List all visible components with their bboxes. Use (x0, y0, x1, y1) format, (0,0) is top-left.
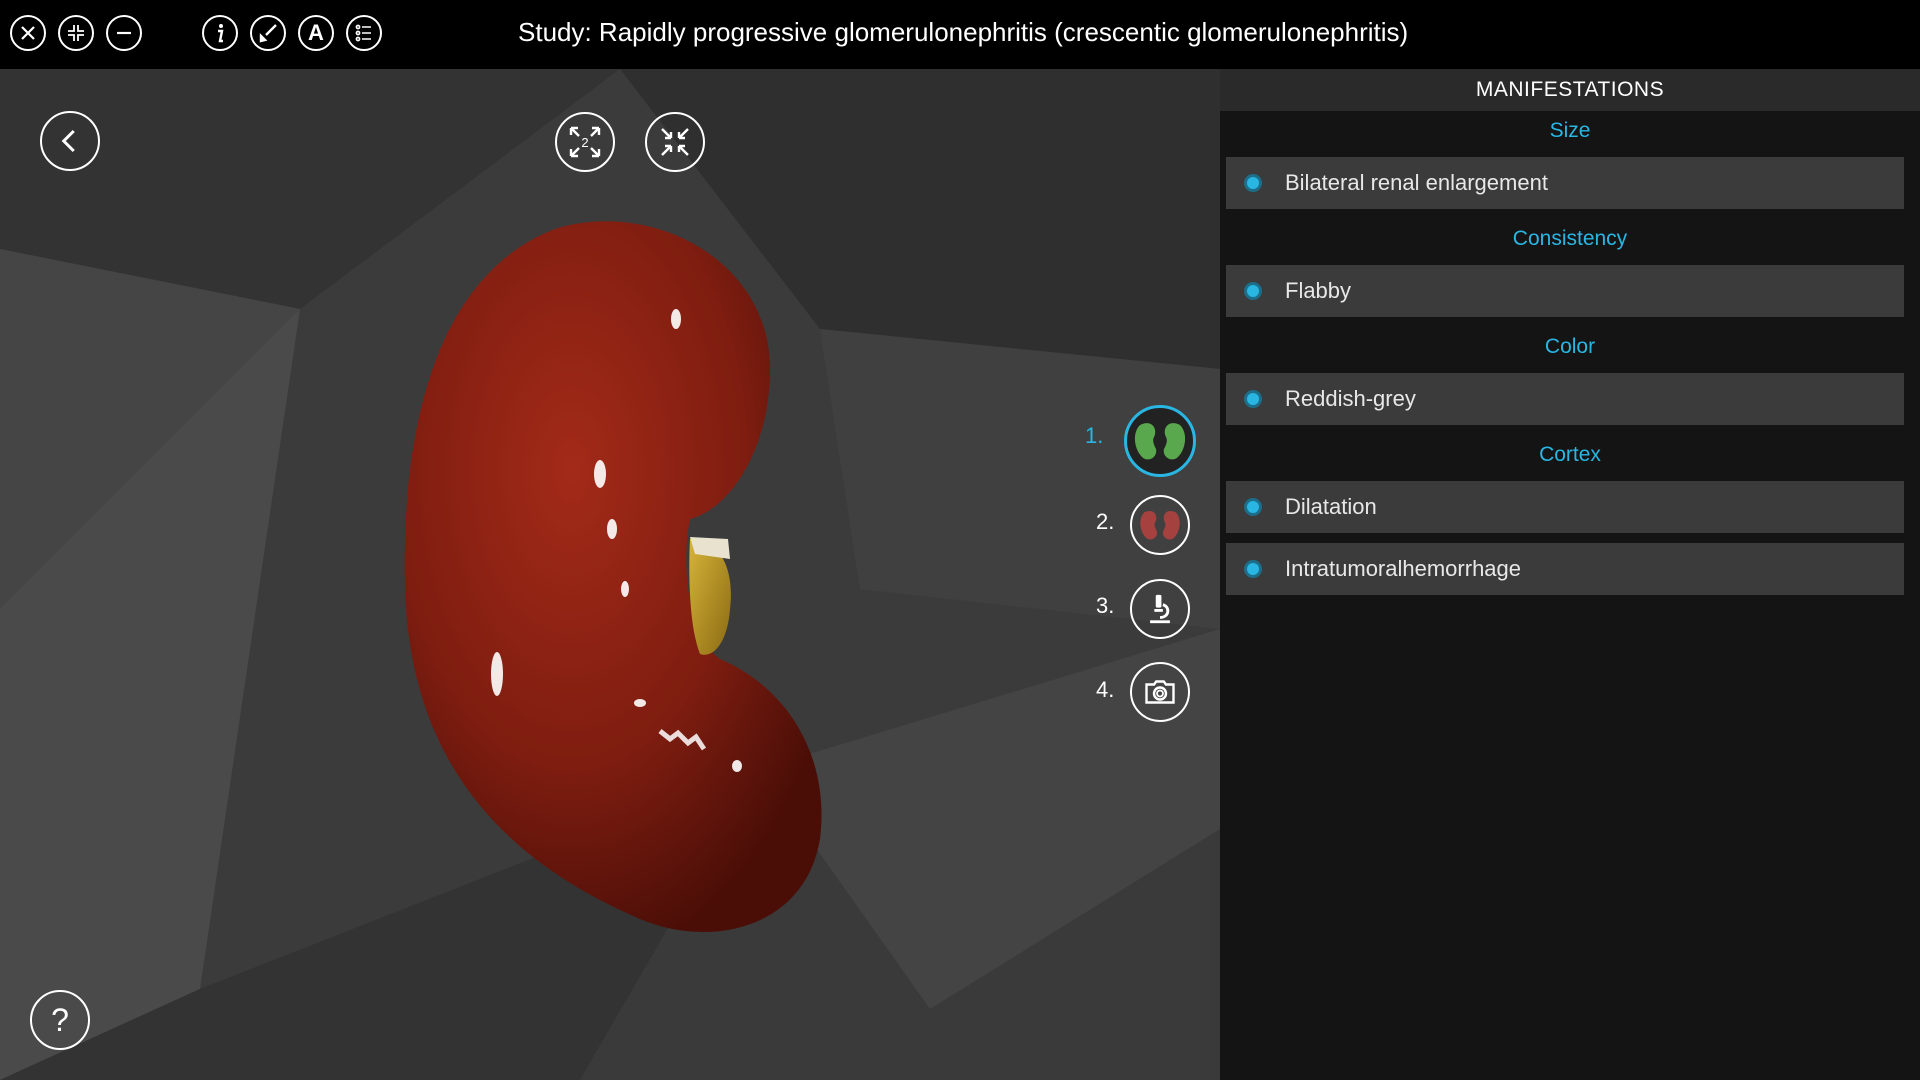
bullet-icon (1247, 177, 1259, 189)
step-3-button[interactable] (1130, 579, 1190, 639)
annotation-icon: A (308, 20, 324, 45)
camera-icon (1145, 680, 1175, 704)
section-title-cortex: Cortex (1539, 443, 1601, 466)
window-title: Study: Rapidly progressive glomeruloneph… (518, 17, 1409, 47)
manifestation-item[interactable]: Bilateral renal enlargement (1226, 157, 1904, 209)
help-icon: ? (51, 1001, 69, 1038)
annotation-button[interactable]: A (298, 15, 334, 51)
info-icon (218, 24, 224, 43)
manifestation-label: Flabby (1285, 278, 1352, 303)
back-button[interactable] (40, 111, 100, 171)
bullet-icon (1247, 285, 1259, 297)
close-button[interactable] (10, 15, 46, 51)
list-button[interactable] (346, 15, 382, 51)
expand-icon: 2 (569, 126, 601, 158)
manifestation-label: Reddish-grey (1285, 386, 1416, 411)
shrink-icon (68, 25, 84, 41)
close-icon (21, 26, 35, 40)
top-bar: A Study: Rapidly progressive glomerulone… (0, 0, 1920, 69)
step-1-label: 1. (1085, 423, 1104, 448)
section-title-consistency: Consistency (1512, 227, 1628, 250)
brush-icon (259, 24, 277, 43)
step-2-button[interactable] (1130, 495, 1190, 555)
manifestation-label: Intratumoralhemorrhage (1285, 556, 1522, 581)
expand-view-button[interactable]: 2 (555, 112, 615, 172)
step-3-label: 3. (1096, 593, 1115, 618)
manifestations-panel: MANIFESTATIONS Size Bilateral renal enla… (1220, 69, 1920, 1080)
chevron-left-icon (61, 129, 75, 153)
kidney-red-icon (1140, 510, 1180, 540)
step-4-button[interactable] (1130, 662, 1190, 722)
3d-viewport[interactable]: 2 1. 2. 3. 4. ? (0, 69, 1220, 1080)
kidney-green-icon (1134, 423, 1186, 460)
collapse-icon (661, 128, 689, 156)
manifestation-item[interactable]: Intratumoralhemorrhage (1226, 543, 1904, 595)
manifestation-item[interactable]: Reddish-grey (1226, 373, 1904, 425)
brush-button[interactable] (250, 15, 286, 51)
step-2-label: 2. (1096, 509, 1115, 534)
manifestation-item[interactable]: Dilatation (1226, 481, 1904, 533)
help-button[interactable]: ? (30, 990, 90, 1050)
list-icon (355, 24, 371, 42)
shrink-window-button[interactable] (58, 15, 94, 51)
viewport-background (0, 69, 1220, 1080)
step-4-label: 4. (1096, 677, 1115, 702)
collapse-view-button[interactable] (645, 112, 705, 172)
manifestation-item[interactable]: Flabby (1226, 265, 1904, 317)
minimize-button[interactable] (106, 15, 142, 51)
bullet-icon (1247, 393, 1259, 405)
section-title-color: Color (1544, 335, 1596, 358)
panel-header: MANIFESTATIONS (1220, 69, 1920, 111)
section-title-size: Size (1549, 119, 1591, 142)
step-1-button[interactable] (1124, 405, 1196, 477)
info-button[interactable] (202, 15, 238, 51)
expand-badge: 2 (581, 135, 588, 150)
bullet-icon (1247, 501, 1259, 513)
manifestation-label: Bilateral renal enlargement (1285, 170, 1548, 195)
manifestation-label: Dilatation (1285, 494, 1377, 519)
microscope-icon (1150, 594, 1170, 624)
bullet-icon (1247, 563, 1259, 575)
minimize-icon (117, 31, 131, 35)
